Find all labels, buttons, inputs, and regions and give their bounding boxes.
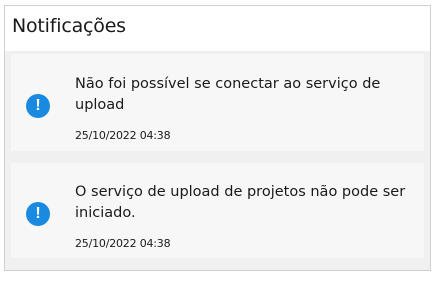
notification-timestamp: 25/10/2022 04:38 (75, 129, 171, 142)
notification-message: O serviço de upload de projetos não pode… (75, 184, 406, 221)
panel-title: Notificações (12, 15, 126, 37)
notification-item[interactable]: ! O serviço de upload de projetos não po… (11, 163, 424, 258)
exclamation-circle-icon: ! (26, 202, 50, 226)
exclamation-circle-icon: ! (26, 94, 50, 118)
panel-header: Notificações (5, 6, 430, 51)
notification-item[interactable]: ! Não foi possível se conectar ao serviç… (11, 54, 424, 151)
notifications-panel: Notificações ! Não foi possível se conec… (4, 5, 431, 271)
notification-message: Não foi possível se conectar ao serviço … (75, 76, 381, 113)
notification-timestamp: 25/10/2022 04:38 (75, 237, 171, 250)
